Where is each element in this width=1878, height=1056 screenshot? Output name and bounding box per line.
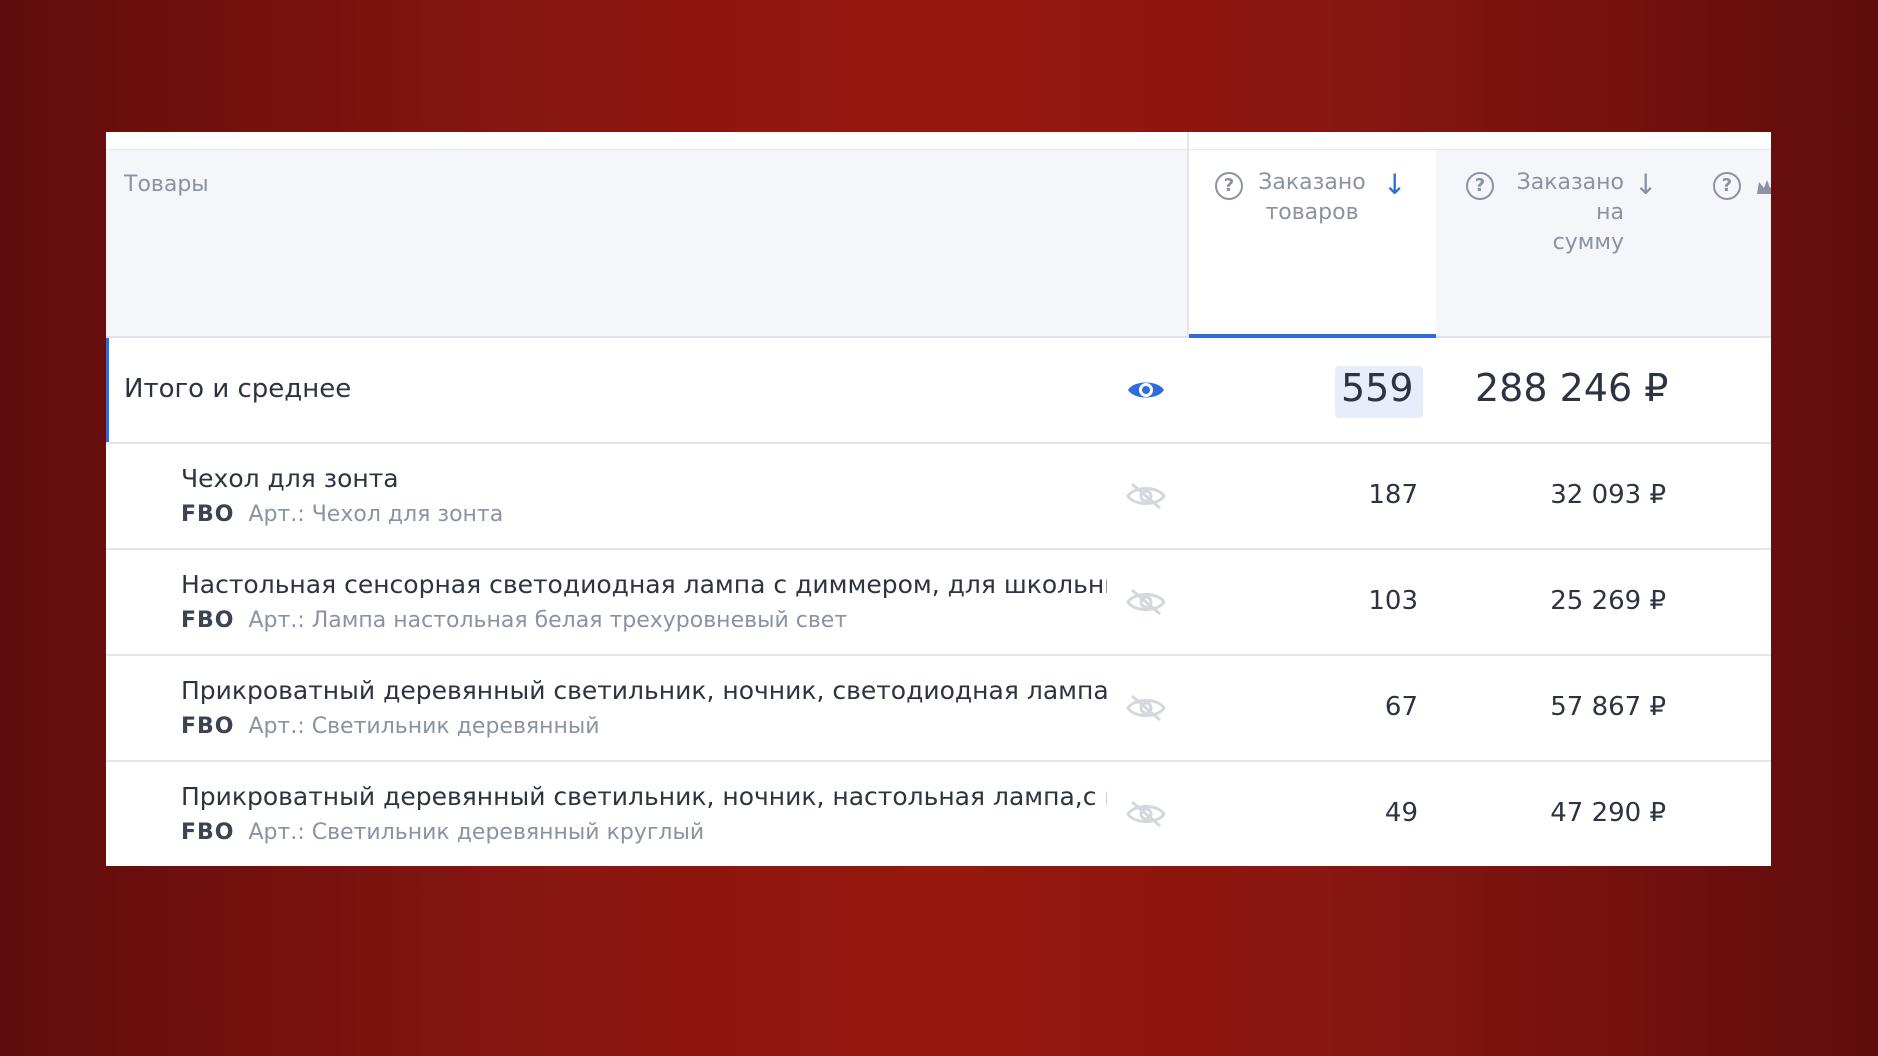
row-sum: 32 093 ₽ <box>1550 480 1666 510</box>
table-row[interactable]: Чехол для зонта FBO Арт.: Чехол для зонта… <box>106 444 1771 550</box>
product-name[interactable]: Чехол для зонта <box>181 464 1107 493</box>
crown-icon <box>1757 180 1771 194</box>
question-circle-icon[interactable]: ? <box>1713 172 1741 200</box>
ordered-sum-column-header[interactable]: ? Заказано на сумму ↓ <box>1436 150 1681 336</box>
product-article: Арт.: Чехол для зонта <box>248 502 504 527</box>
eye-icon[interactable] <box>1126 376 1166 404</box>
eye-off-icon[interactable] <box>1126 800 1166 828</box>
ordered-sum-header-label: Заказано на сумму <box>1516 170 1624 255</box>
product-article: Арт.: Светильник деревянный <box>248 714 600 739</box>
total-row-accent <box>106 338 109 442</box>
product-article: Арт.: Лампа настольная белая трехуровнев… <box>248 608 848 633</box>
eye-off-icon[interactable] <box>1126 588 1166 616</box>
stats-table: Товары ? Заказано товаров ↓ ? Заказано н… <box>106 132 1771 866</box>
total-label: Итого и среднее <box>124 374 352 404</box>
fulfillment-scheme: FBO <box>181 502 235 527</box>
total-qty: 559 <box>1341 366 1414 410</box>
row-qty: 103 <box>1368 586 1418 616</box>
arrow-down-icon[interactable]: ↓ <box>1634 171 1657 199</box>
fulfillment-scheme: FBO <box>181 608 235 633</box>
row-qty: 187 <box>1368 480 1418 510</box>
arrow-down-icon[interactable]: ↓ <box>1383 171 1406 199</box>
product-meta: FBO Арт.: Чехол для зонта <box>181 502 503 527</box>
row-qty: 67 <box>1384 692 1418 722</box>
row-sum: 47 290 ₽ <box>1550 798 1666 828</box>
total-sum: 288 246 ₽ <box>1475 366 1669 410</box>
fulfillment-scheme: FBO <box>181 820 235 845</box>
product-meta: FBO Арт.: Светильник деревянный <box>181 714 600 739</box>
eye-off-icon[interactable] <box>1126 694 1166 722</box>
ordered-qty-column-header[interactable]: ? Заказано товаров ↓ <box>1189 150 1436 338</box>
question-circle-icon[interactable]: ? <box>1215 172 1243 200</box>
next-column-header[interactable]: ? <box>1681 150 1771 336</box>
table-row[interactable]: Прикроватный деревянный светильник, ночн… <box>106 656 1771 762</box>
question-circle-icon[interactable]: ? <box>1466 172 1494 200</box>
ordered-qty-header-label: Заказано товаров <box>1258 170 1366 225</box>
product-name[interactable]: Прикроватный деревянный светильник, ночн… <box>181 676 1107 705</box>
table-row[interactable]: Настольная сенсорная светодиодная лампа … <box>106 550 1771 656</box>
row-qty: 49 <box>1384 798 1418 828</box>
product-name[interactable]: Прикроватный деревянный светильник, ночн… <box>181 782 1107 811</box>
table-row[interactable]: Прикроватный деревянный светильник, ночн… <box>106 762 1771 866</box>
table-header: Товары ? Заказано товаров ↓ ? Заказано н… <box>106 150 1771 338</box>
table-top-strip <box>106 132 1771 151</box>
product-name[interactable]: Настольная сенсорная светодиодная лампа … <box>181 570 1107 599</box>
product-meta: FBO Арт.: Лампа настольная белая трехуров… <box>181 608 847 633</box>
row-sum: 57 867 ₽ <box>1550 692 1666 722</box>
total-row: Итого и среднее 559 288 246 ₽ <box>106 338 1771 444</box>
eye-off-icon[interactable] <box>1126 482 1166 510</box>
row-sum: 25 269 ₽ <box>1550 586 1666 616</box>
product-article: Арт.: Светильник деревянный круглый <box>248 820 705 845</box>
products-column-header: Товары <box>124 172 209 197</box>
fulfillment-scheme: FBO <box>181 714 235 739</box>
product-meta: FBO Арт.: Светильник деревянный круглый <box>181 820 704 845</box>
